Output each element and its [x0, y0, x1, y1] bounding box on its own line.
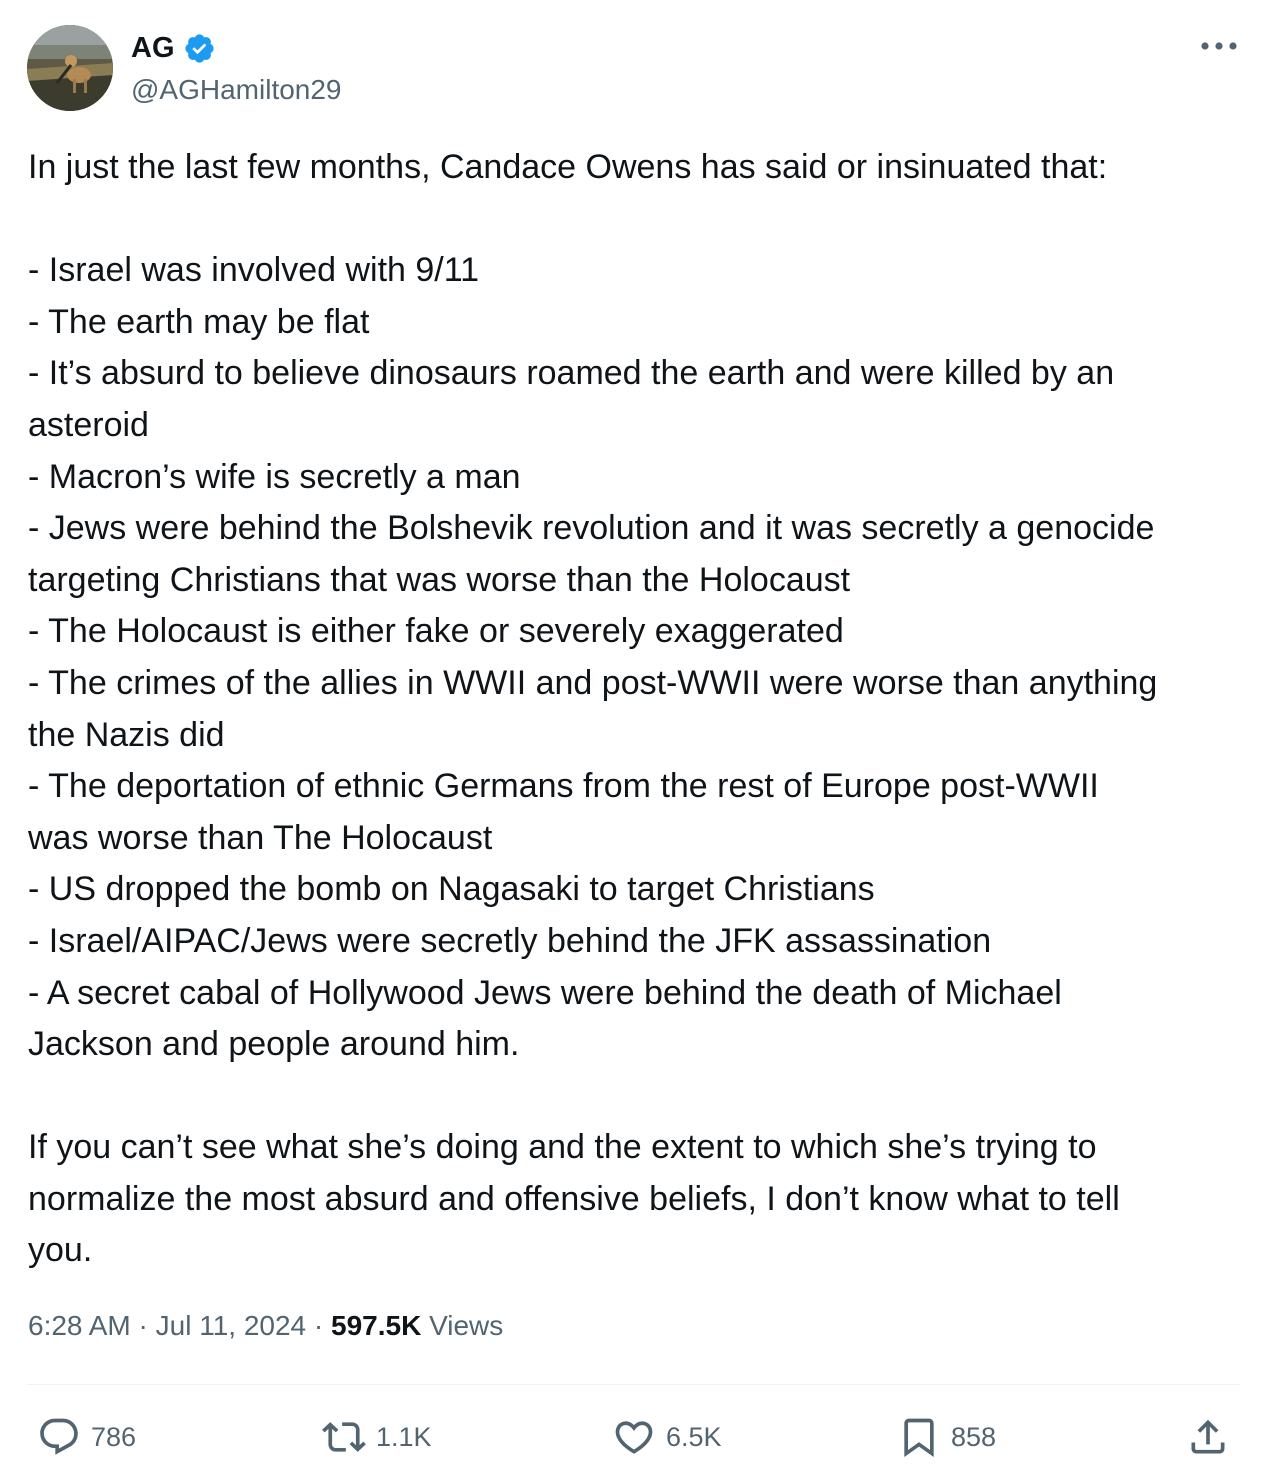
repost-count: 1.1K: [376, 1421, 432, 1452]
repost-button[interactable]: 1.1K: [322, 1412, 432, 1462]
reply-icon: [40, 1418, 78, 1455]
bookmark-button[interactable]: 858: [897, 1412, 996, 1462]
avatar-photo: [27, 25, 113, 111]
tweet-line: normalize the most absurd and offensive …: [28, 1179, 1120, 1218]
tweet-line: you.: [28, 1231, 93, 1270]
tweet-line: - Jews were behind the Bolshevik revolut…: [28, 509, 1155, 548]
tweet-line: targeting Christians that was worse than…: [28, 560, 851, 599]
tweet-line: the Nazis did: [28, 715, 225, 754]
tweet-line: - The deportation of ethnic Germans from…: [28, 767, 1099, 806]
bookmark-count: 858: [951, 1421, 997, 1452]
tweet-time[interactable]: 6:28 AM: [28, 1310, 131, 1341]
tweet-line: - US dropped the bomb on Nagasaki to tar…: [28, 870, 875, 909]
divider: [27, 1384, 1240, 1385]
heart-icon: [615, 1421, 653, 1454]
tweet-line: - Macron’s wife is secretly a man: [28, 457, 521, 496]
tweet-line: asteroid: [28, 405, 149, 444]
reply-button[interactable]: 786: [37, 1412, 136, 1462]
views-label: Views: [421, 1310, 504, 1341]
tweet-line: In just the last few months, Candace Owe…: [28, 148, 1108, 186]
tweet-line: - Israel/AIPAC/Jews were secretly behind…: [28, 921, 992, 960]
tweet-line: was worse than The Holocaust: [28, 818, 493, 857]
author-name-row[interactable]: AG: [131, 30, 216, 66]
tweet-line: - A secret cabal of Hollywood Jews were …: [28, 973, 1062, 1012]
views-count[interactable]: 597.5K: [331, 1310, 421, 1341]
tweet-line: - The earth may be flat: [28, 302, 370, 341]
like-count: 6.5K: [666, 1421, 722, 1452]
avatar[interactable]: [27, 25, 113, 111]
author-handle[interactable]: @AGHamilton29: [131, 74, 342, 106]
tweet-text: In just the last few months, Candace Owe…: [28, 142, 1243, 1277]
tweet-date[interactable]: Jul 11, 2024: [156, 1310, 307, 1341]
more-options-button[interactable]: [1198, 32, 1240, 60]
repost-icon: [322, 1422, 366, 1452]
reply-count: 786: [91, 1421, 137, 1452]
share-button[interactable]: [1186, 1412, 1230, 1462]
tweet-line: - It’s absurd to believe dinosaurs roame…: [28, 354, 1115, 393]
like-button[interactable]: 6.5K: [612, 1412, 722, 1462]
tweet-line: - The Holocaust is either fake or severe…: [28, 612, 844, 651]
bookmark-icon: [904, 1418, 934, 1458]
share-icon: [1191, 1419, 1225, 1454]
tweet-line: Jackson and people around him.: [28, 1025, 520, 1064]
tweet-line: - The crimes of the allies in WWII and p…: [28, 663, 1158, 702]
tweet-line: - Israel was involved with 9/11: [28, 251, 480, 290]
tweet-meta: 6:28 AM · Jul 11, 2024 · 597.5K Views: [28, 1310, 503, 1342]
more-horizontal-icon: [1201, 42, 1237, 50]
author-name[interactable]: AG: [131, 32, 175, 65]
verified-badge-icon[interactable]: [183, 32, 216, 65]
tweet-line: If you can’t see what she’s doing and th…: [28, 1128, 1097, 1167]
meta-separator: ·: [306, 1310, 332, 1341]
meta-separator: ·: [130, 1310, 156, 1341]
